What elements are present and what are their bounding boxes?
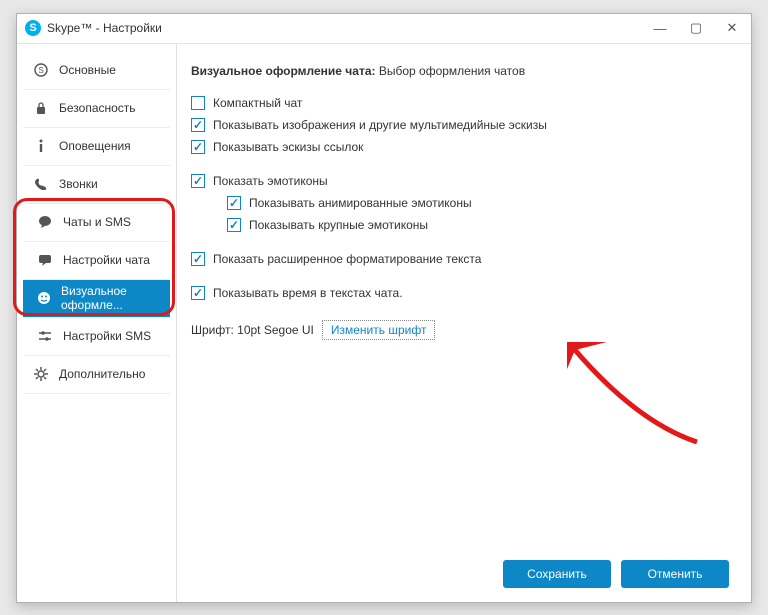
option-show-large-emoticons[interactable]: Показывать крупные эмотиконы [227, 218, 729, 232]
sidebar-item-notifications[interactable]: Оповещения [23, 128, 170, 166]
option-label: Показывать анимированные эмотиконы [249, 196, 472, 210]
settings-window: S Skype™ - Настройки — ▢ ✕ S Основные Бе… [16, 13, 752, 603]
option-label: Показывать эскизы ссылок [213, 140, 363, 154]
change-font-button[interactable]: Изменить шрифт [322, 320, 436, 340]
window-controls: — ▢ ✕ [653, 21, 743, 35]
content-subtitle: Выбор оформления чатов [379, 64, 525, 78]
checkbox-checked-icon [191, 140, 205, 154]
sidebar-item-security[interactable]: Безопасность [23, 90, 170, 128]
lock-icon [33, 101, 49, 115]
skype-logo-icon: S [25, 20, 41, 36]
sidebar-item-label: Безопасность [59, 101, 136, 115]
content-header: Визуальное оформление чата: Выбор оформл… [191, 64, 729, 78]
option-show-animated-emoticons[interactable]: Показывать анимированные эмотиконы [227, 196, 729, 210]
sidebar-item-label: Настройки чата [63, 253, 150, 267]
option-show-emoticons[interactable]: Показать эмотиконы [191, 174, 729, 188]
checkbox-checked-icon [191, 118, 205, 132]
checkbox-checked-icon [191, 174, 205, 188]
info-icon [33, 139, 49, 153]
option-show-time[interactable]: Показывать время в текстах чата. [191, 286, 729, 300]
font-row: Шрифт: 10pt Segoe UI Изменить шрифт [191, 320, 729, 340]
sidebar-item-label: Настройки SMS [63, 329, 151, 343]
save-button[interactable]: Сохранить [503, 560, 611, 588]
option-label: Показать эмотиконы [213, 174, 328, 188]
checkbox-checked-icon [227, 196, 241, 210]
sidebar-item-label: Визуальное оформле... [61, 284, 160, 312]
skype-icon: S [33, 63, 49, 77]
sidebar-item-label: Дополнительно [59, 367, 145, 381]
svg-text:S: S [38, 66, 43, 75]
option-compact-chat[interactable]: Компактный чат [191, 96, 729, 110]
checkbox-checked-icon [227, 218, 241, 232]
option-show-link-thumbs[interactable]: Показывать эскизы ссылок [191, 140, 729, 154]
sidebar: S Основные Безопасность Оповещения Звонк… [17, 44, 177, 602]
sidebar-item-sms-settings[interactable]: Настройки SMS [23, 318, 170, 356]
sidebar-item-chats-sms[interactable]: Чаты и SMS [23, 204, 170, 242]
sidebar-item-chat-settings[interactable]: Настройки чата [23, 242, 170, 280]
option-show-formatting[interactable]: Показать расширенное форматирование текс… [191, 252, 729, 266]
chat-icon [37, 215, 53, 229]
window-body: S Основные Безопасность Оповещения Звонк… [17, 44, 751, 602]
close-button[interactable]: ✕ [725, 21, 739, 35]
titlebar: S Skype™ - Настройки — ▢ ✕ [17, 14, 751, 44]
checkbox-checked-icon [191, 252, 205, 266]
content-title: Визуальное оформление чата: [191, 64, 376, 78]
annotation-arrow [567, 342, 707, 452]
sidebar-item-label: Основные [59, 63, 116, 77]
sidebar-item-label: Чаты и SMS [63, 215, 131, 229]
sidebar-item-general[interactable]: S Основные [23, 52, 170, 90]
minimize-button[interactable]: — [653, 21, 667, 35]
cancel-button[interactable]: Отменить [621, 560, 729, 588]
smiley-icon [37, 291, 51, 305]
option-label: Показывать изображения и другие мультиме… [213, 118, 547, 132]
option-label: Показывать время в текстах чата. [213, 286, 403, 300]
sidebar-item-advanced[interactable]: Дополнительно [23, 356, 170, 394]
sliders-icon [37, 330, 53, 342]
sidebar-item-calls[interactable]: Звонки [23, 166, 170, 204]
window-title: Skype™ - Настройки [47, 21, 162, 35]
maximize-button[interactable]: ▢ [689, 21, 703, 35]
gear-icon [33, 367, 49, 381]
option-label: Показывать крупные эмотиконы [249, 218, 428, 232]
content-panel: Визуальное оформление чата: Выбор оформл… [177, 44, 751, 602]
option-label: Компактный чат [213, 96, 302, 110]
font-label: Шрифт: 10pt Segoe UI [191, 323, 314, 337]
option-show-images[interactable]: Показывать изображения и другие мультиме… [191, 118, 729, 132]
sidebar-item-visual-appearance[interactable]: Визуальное оформле... [23, 280, 170, 318]
message-icon [37, 254, 53, 266]
option-label: Показать расширенное форматирование текс… [213, 252, 481, 266]
checkbox-checked-icon [191, 286, 205, 300]
footer: Сохранить Отменить [191, 550, 729, 588]
sidebar-item-label: Звонки [59, 177, 98, 191]
phone-icon [33, 177, 49, 191]
sidebar-item-label: Оповещения [59, 139, 131, 153]
checkbox-icon [191, 96, 205, 110]
